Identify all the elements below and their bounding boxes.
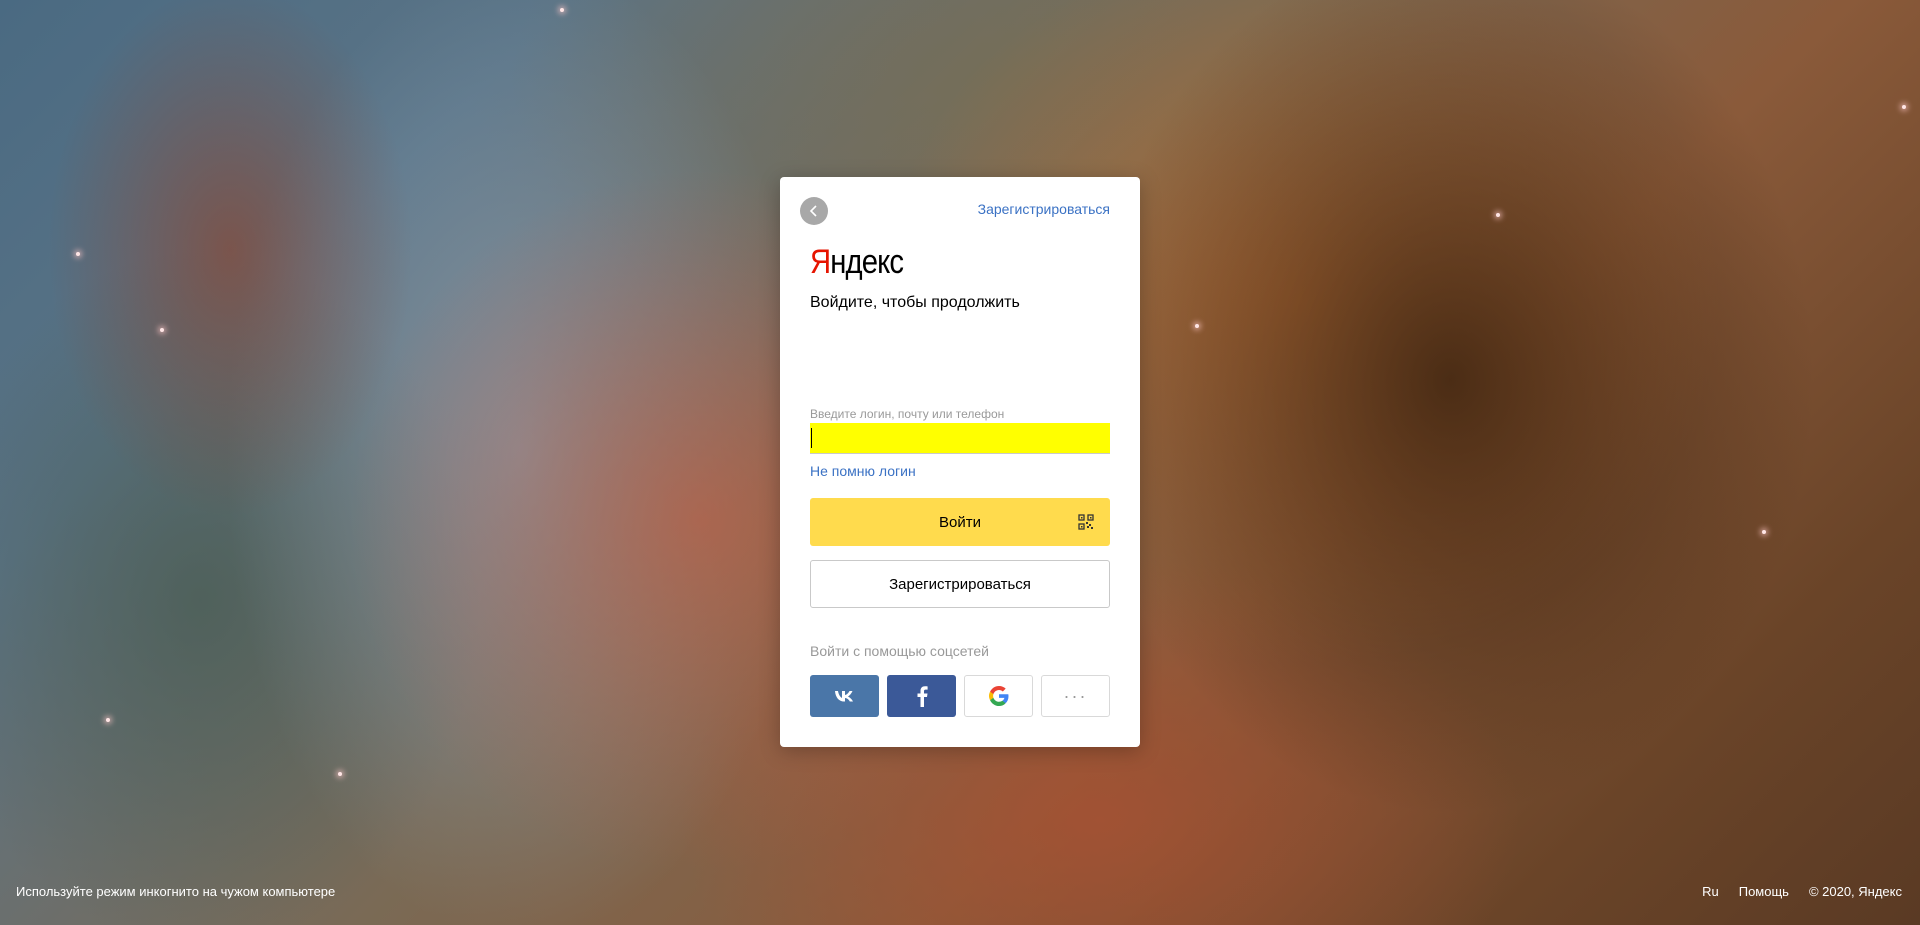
star — [1195, 324, 1199, 328]
copyright: © 2020, Яндекс — [1808, 884, 1902, 899]
register-button[interactable]: Зарегистрироваться — [810, 560, 1110, 608]
page-subtitle: Войдите, чтобы продолжить — [810, 294, 1020, 311]
star — [160, 328, 164, 332]
language-switch[interactable]: Ru — [1702, 884, 1719, 899]
star — [338, 772, 342, 776]
facebook-icon — [917, 686, 928, 707]
text-caret — [811, 428, 812, 448]
star — [106, 718, 110, 722]
logo-rest: ндекс — [830, 243, 904, 281]
yandex-logo: Яндекс — [810, 243, 904, 282]
logo-first-letter: Я — [810, 243, 831, 281]
help-link[interactable]: Помощь — [1739, 884, 1789, 899]
facebook-login-button[interactable] — [887, 675, 956, 717]
footer-links: Ru Помощь © 2020, Яндекс — [1702, 884, 1902, 899]
login-button[interactable]: Войти — [810, 498, 1110, 546]
login-button-label: Войти — [939, 513, 981, 531]
social-login-label: Войти с помощью соцсетей — [810, 643, 989, 659]
vk-login-button[interactable] — [810, 675, 879, 717]
star — [560, 8, 564, 12]
google-login-button[interactable] — [964, 675, 1033, 717]
social-login-row: ··· — [810, 675, 1110, 717]
incognito-hint: Используйте режим инкогнито на чужом ком… — [16, 884, 336, 899]
star — [1496, 213, 1500, 217]
back-button[interactable] — [800, 197, 828, 225]
more-dots-icon: ··· — [1063, 685, 1088, 706]
google-icon — [988, 686, 1008, 706]
star — [76, 252, 80, 256]
more-social-button[interactable]: ··· — [1041, 675, 1110, 717]
qr-code-icon[interactable] — [1078, 514, 1094, 530]
star — [1762, 530, 1766, 534]
chevron-left-icon — [809, 205, 817, 217]
vk-icon — [834, 691, 853, 702]
login-input[interactable] — [810, 423, 1110, 454]
register-link[interactable]: Зарегистрироваться — [978, 201, 1110, 217]
forgot-login-link[interactable]: Не помню логин — [810, 463, 916, 479]
login-field-label: Введите логин, почту или телефон — [810, 407, 1005, 421]
login-card: Зарегистрироваться Яндекс Войдите, чтобы… — [780, 177, 1140, 747]
star — [1902, 105, 1906, 109]
